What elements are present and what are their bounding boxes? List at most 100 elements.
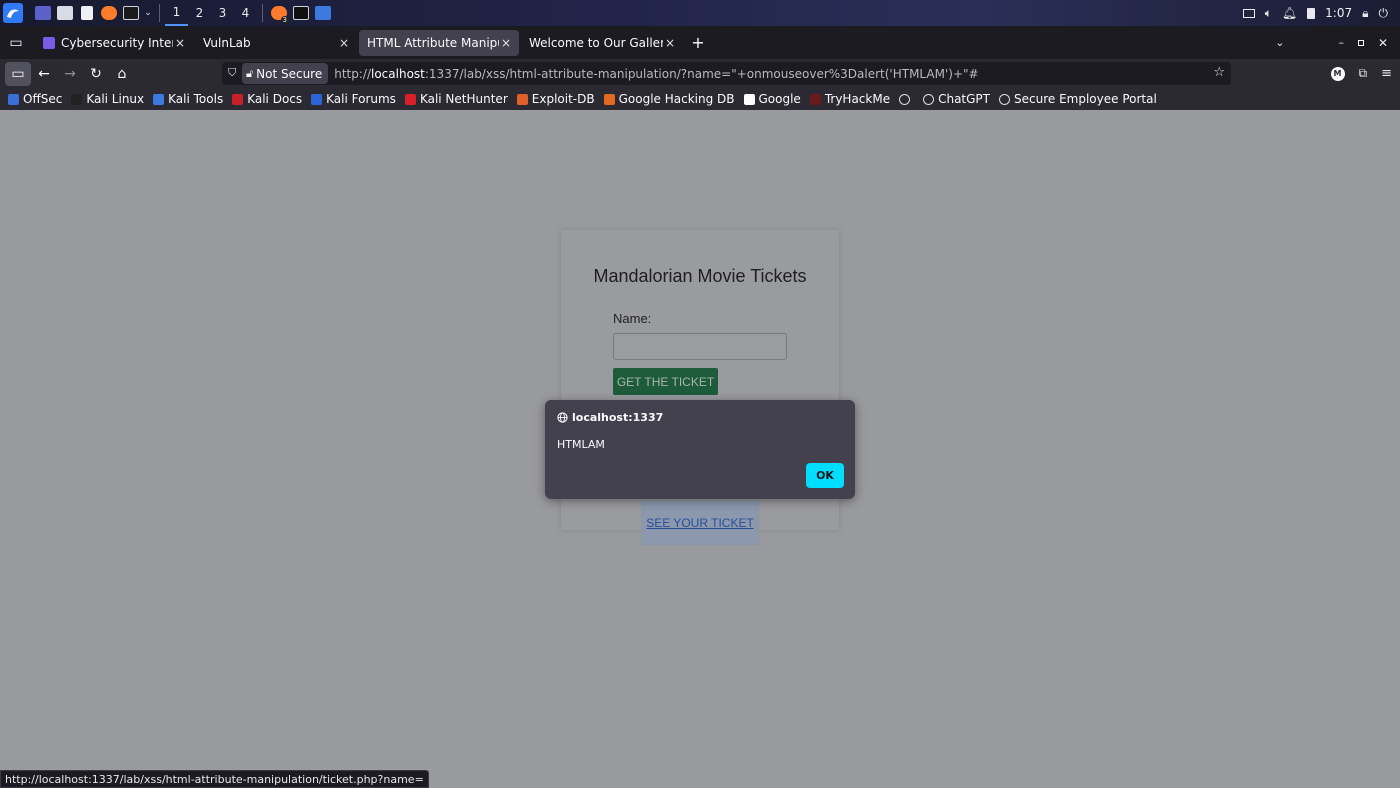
close-tab-icon[interactable]: × [173, 36, 187, 50]
bookmark-item[interactable]: Google Hacking DB [603, 92, 735, 106]
tab-html-attribute-manipulation[interactable]: HTML Attribute Manipulation × [359, 29, 519, 56]
page-title: Mandalorian Movie Tickets [593, 266, 807, 286]
close-tab-icon[interactable]: × [337, 36, 351, 50]
bookmark-item[interactable] [899, 93, 914, 105]
files-window-button[interactable] [312, 0, 334, 26]
battery-icon[interactable] [1307, 7, 1316, 19]
list-all-tabs-icon[interactable]: ⌄ [1275, 36, 1284, 49]
security-label: Not Secure [256, 66, 323, 81]
get-ticket-button[interactable]: GET THE TICKET [613, 368, 718, 395]
bookmark-star-icon[interactable]: ☆ [1213, 65, 1225, 80]
window-controls: ⌄ – ✕ [1275, 26, 1400, 59]
file-manager-icon[interactable] [54, 0, 76, 26]
tab-welcome-gallery[interactable]: Welcome to Our Gallery × [521, 30, 683, 56]
terminal-icon [293, 6, 309, 20]
bookmark-label: Google Hacking DB [618, 92, 735, 106]
kali-menu-button[interactable] [0, 0, 26, 26]
new-tab-button[interactable]: + [685, 31, 711, 55]
dialog-origin-text: localhost:1337 [572, 411, 664, 424]
close-tab-icon[interactable]: × [663, 36, 677, 50]
see-ticket-button[interactable]: SEE YOUR TICKET [641, 501, 759, 545]
firefox-window-button[interactable]: 3 [268, 0, 290, 26]
taskbar-divider [159, 4, 160, 22]
bookmark-label: Exploit-DB [531, 92, 595, 106]
minimize-icon[interactable]: – [1338, 36, 1344, 49]
name-label: Name: [613, 311, 652, 326]
ok-button[interactable]: OK [806, 463, 844, 488]
bookmark-item[interactable]: Kali Tools [153, 92, 223, 106]
firefox-launcher-icon[interactable] [98, 0, 120, 26]
bookmark-item[interactable]: Kali NetHunter [404, 92, 508, 106]
extensions-icon[interactable]: ⧉ [1359, 66, 1368, 81]
sidebar-toggle-icon[interactable]: ▭ [5, 61, 31, 86]
lock-icon[interactable]: 🔒︎ [1362, 6, 1368, 21]
name-input[interactable] [613, 333, 787, 360]
clock[interactable]: 1:07 [1325, 6, 1352, 20]
tab-overview-icon[interactable]: ▭ [3, 31, 29, 55]
bookmark-label: TryHackMe [824, 92, 891, 106]
bookmark-favicon-icon [153, 93, 165, 105]
close-tab-icon[interactable]: × [499, 36, 513, 50]
terminal-launcher-icon[interactable] [120, 0, 142, 26]
bookmark-item[interactable]: Kali Forums [311, 92, 396, 106]
workspace-4[interactable]: 4 [234, 0, 257, 26]
bookmark-item[interactable]: OffSec [8, 92, 62, 106]
bookmark-label: Google [758, 92, 801, 106]
home-icon[interactable]: ⌂ [109, 62, 135, 86]
insecure-lock-icon: 🔓︎ [246, 66, 254, 80]
globe-icon [557, 412, 568, 423]
show-desktop-icon[interactable] [32, 0, 54, 26]
profile-avatar[interactable]: M [1330, 66, 1345, 81]
tab-cybersecurity-intern[interactable]: Cybersecurity Intern – CTI × [35, 30, 193, 56]
bookmark-favicon-icon [71, 93, 83, 105]
back-icon[interactable]: ← [31, 62, 57, 86]
workspace-1[interactable]: 1 [165, 0, 188, 26]
bookmark-favicon-icon [899, 93, 911, 105]
window-count-badge: 3 [280, 16, 289, 24]
bookmark-item[interactable]: Kali Docs [232, 92, 302, 106]
bookmark-label: Kali Tools [168, 92, 224, 106]
bookmark-item[interactable]: ChatGPT [923, 92, 990, 106]
tab-vulnlab[interactable]: VulnLab × [195, 30, 357, 56]
bookmark-favicon-icon [516, 93, 528, 105]
maximize-icon[interactable] [1357, 39, 1364, 46]
bookmark-favicon-icon [404, 93, 416, 105]
volume-icon[interactable]: 🔈︎ [1265, 6, 1272, 21]
url-path: :1337/lab/xss/html-attribute-manipulatio… [424, 66, 979, 81]
tracking-shield-icon[interactable]: ⛉ [228, 66, 236, 80]
see-ticket-link[interactable]: SEE YOUR TICKET [646, 516, 754, 530]
address-bar[interactable]: ⛉ 🔓︎ Not Secure http://localhost:1337/la… [222, 62, 1231, 85]
bookmark-favicon-icon [923, 93, 935, 105]
bookmark-item[interactable]: Exploit-DB [516, 92, 595, 106]
tab-favicon-icon [43, 36, 55, 49]
dialog-origin: localhost:1337 [557, 411, 663, 424]
close-window-icon[interactable]: ✕ [1378, 36, 1388, 50]
url-text[interactable]: http://localhost:1337/lab/xss/html-attri… [334, 67, 978, 81]
workspace-3[interactable]: 3 [211, 0, 234, 26]
url-prefix: http:// [334, 66, 371, 81]
bookmark-item[interactable]: Google [743, 92, 801, 106]
security-indicator[interactable]: 🔓︎ Not Secure [242, 63, 329, 84]
reload-icon[interactable]: ↻ [83, 62, 109, 86]
alert-dialog: localhost:1337 HTMLAM OK [545, 400, 855, 499]
text-editor-icon[interactable] [76, 0, 98, 26]
app-menu-icon[interactable]: ≡ [1381, 66, 1392, 81]
bookmark-label: Kali Docs [247, 92, 303, 106]
bookmark-item[interactable]: TryHackMe [809, 92, 891, 106]
tab-label: Cybersecurity Intern – CTI [61, 35, 173, 50]
chevron-down-icon[interactable]: ⌄ [142, 0, 154, 26]
bookmark-favicon-icon [311, 93, 323, 105]
bookmark-label: Secure Employee Portal [1014, 92, 1157, 106]
bookmark-item[interactable]: Secure Employee Portal [999, 92, 1157, 106]
power-icon[interactable]: ⏻ [1379, 6, 1389, 21]
system-tray: 🔈︎ 🔔︎ 1:07 🔒︎ ⏻ [1242, 0, 1400, 26]
forward-icon[interactable]: → [57, 62, 83, 86]
bookmark-item[interactable]: Kali Linux [71, 92, 144, 106]
workspace-2[interactable]: 2 [188, 0, 211, 26]
notification-bell-icon[interactable]: 🔔︎ [1282, 6, 1297, 20]
display-icon[interactable] [1242, 8, 1255, 18]
toolbar-right: M ⧉ ≡ [1330, 59, 1392, 88]
bookmark-favicon-icon [8, 93, 19, 105]
os-taskbar: ⌄ 1 2 3 4 3 🔈︎ 🔔︎ 1:07 🔒︎ ⏻ [0, 0, 1400, 26]
terminal-window-button[interactable] [290, 0, 312, 26]
